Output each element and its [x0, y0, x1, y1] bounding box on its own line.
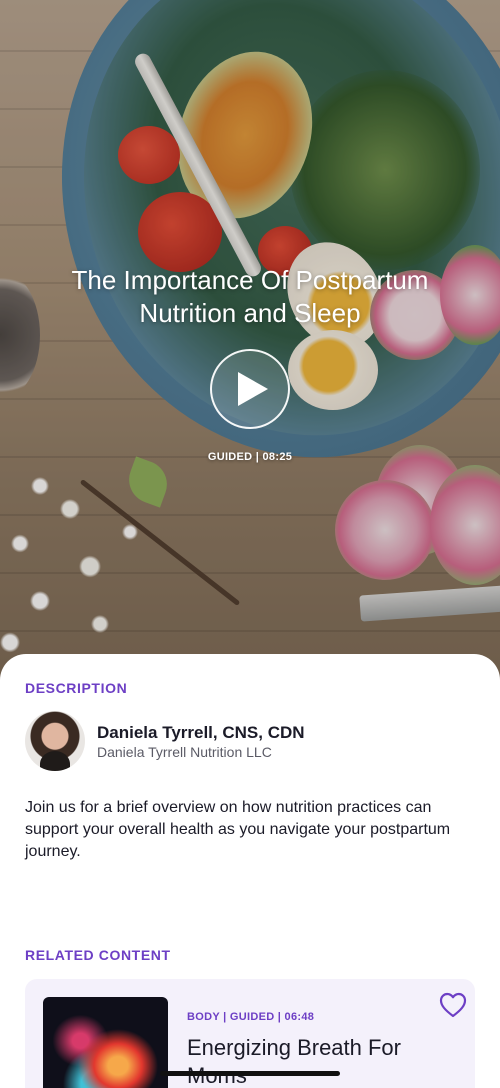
card-meta: BODY | GUIDED | 06:48 — [187, 1011, 315, 1023]
details-sheet: DESCRIPTION Daniela Tyrrell, CNS, CDN Da… — [0, 654, 500, 1088]
hero-overlay — [0, 0, 500, 690]
author-avatar — [25, 711, 85, 771]
content-meta: GUIDED | 08:25 — [207, 451, 293, 463]
related-content-heading: RELATED CONTENT — [25, 947, 171, 963]
description-heading: DESCRIPTION — [25, 680, 128, 696]
card-thumbnail — [43, 997, 168, 1088]
description-text: Join us for a brief overview on how nutr… — [25, 799, 451, 860]
play-icon — [238, 372, 268, 406]
author-organization: Daniela Tyrrell Nutrition LLC — [97, 744, 272, 760]
card-title: Energizing Breath For Moms — [187, 1035, 401, 1088]
content-title: The Importance Of Postpartum Nutrition a… — [71, 265, 429, 328]
play-button[interactable] — [210, 349, 290, 429]
home-indicator[interactable] — [160, 1071, 340, 1076]
hero-image: The Importance Of Postpartum Nutrition a… — [0, 0, 500, 690]
author-name: Daniela Tyrrell, CNS, CDN — [97, 723, 305, 742]
heart-outline-icon[interactable] — [439, 992, 467, 1018]
